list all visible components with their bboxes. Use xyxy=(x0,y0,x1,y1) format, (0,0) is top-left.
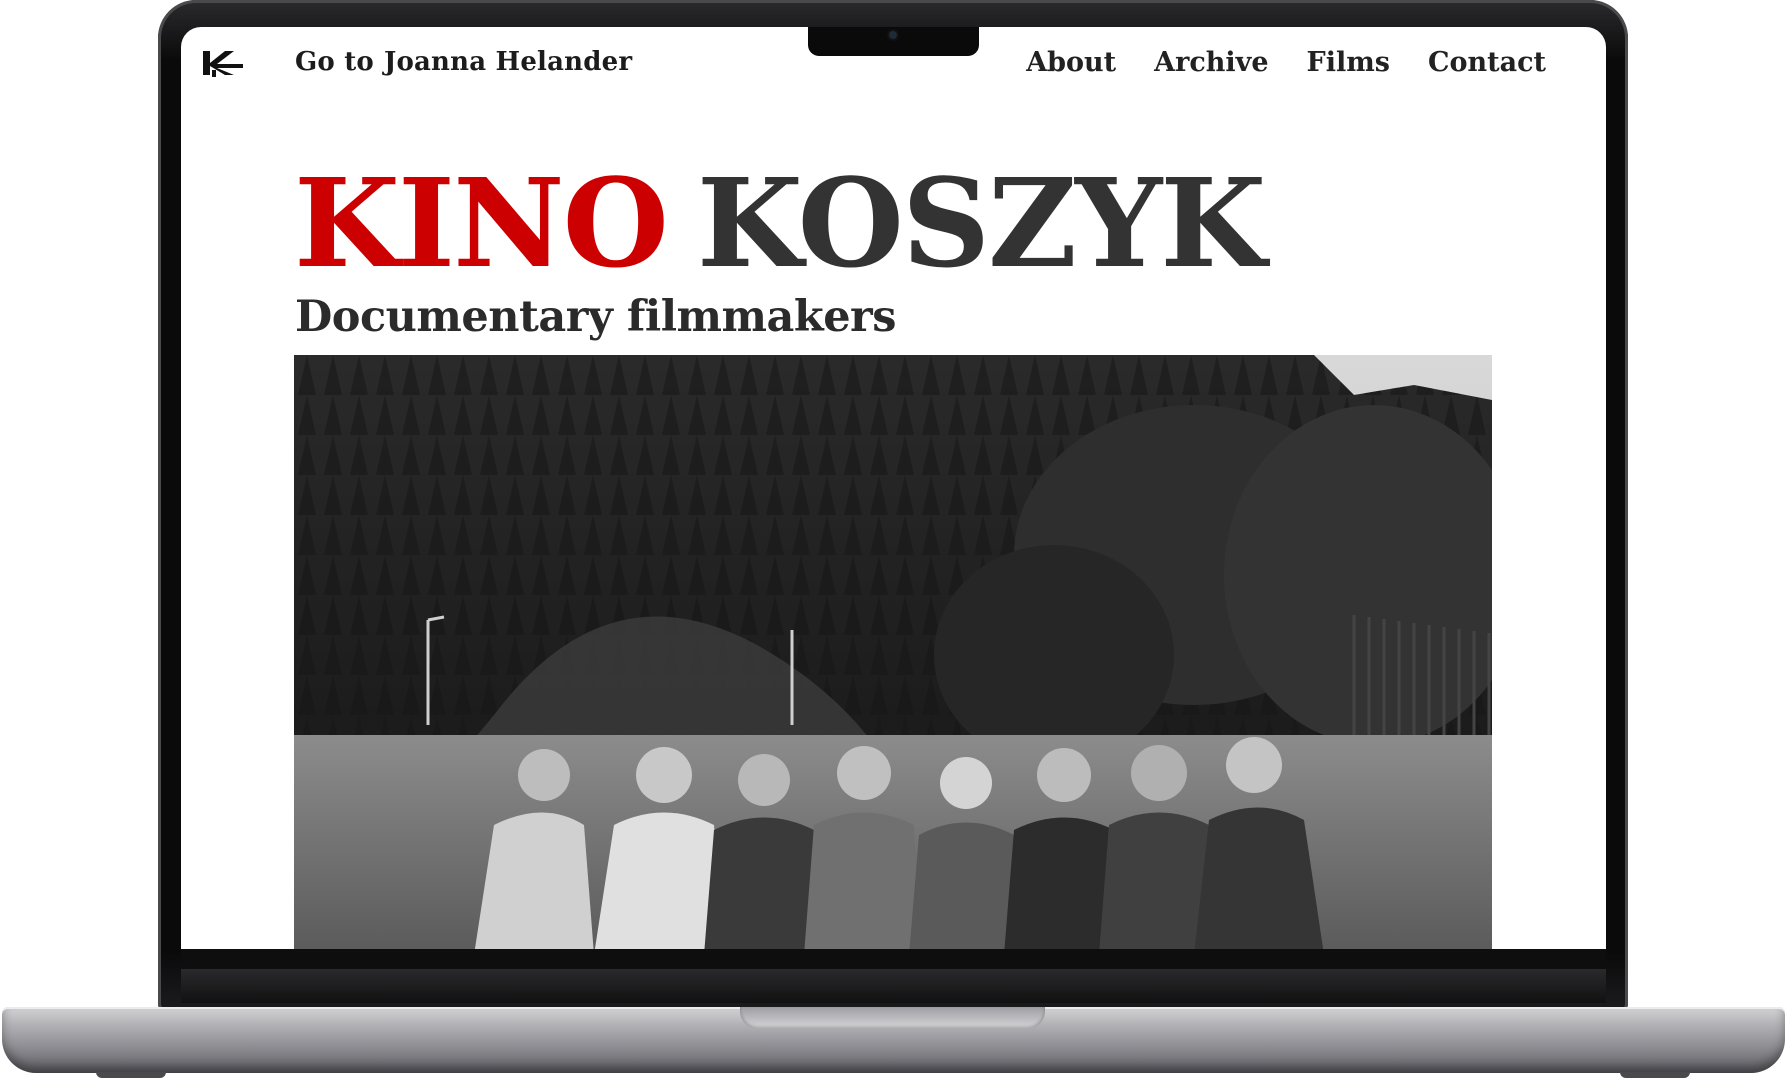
laptop-screen: Go to Joanna Helander About Archive Films… xyxy=(181,27,1606,949)
goto-prefix: Go to xyxy=(295,47,374,77)
laptop-foot-right xyxy=(1620,1072,1690,1078)
nav-films[interactable]: Films xyxy=(1307,47,1390,78)
laptop-bezel-bottom xyxy=(181,949,1606,969)
nav-archive[interactable]: Archive xyxy=(1154,47,1268,78)
nav-contact[interactable]: Contact xyxy=(1428,47,1546,78)
laptop-hinge xyxy=(181,969,1606,1003)
laptop-foot-left xyxy=(96,1072,166,1078)
camera-icon xyxy=(889,31,897,39)
main-nav: About Archive Films Contact xyxy=(1026,47,1546,78)
page-title: KINO KOSZYK xyxy=(294,162,1266,284)
page-subtitle: Documentary filmmakers xyxy=(295,292,896,342)
title-kino: KINO xyxy=(294,151,669,295)
goto-name: Joanna Helander xyxy=(383,47,633,77)
hero-photo xyxy=(294,355,1492,949)
kino-koszyk-logo-icon[interactable] xyxy=(203,49,249,79)
nav-about[interactable]: About xyxy=(1026,47,1116,78)
title-koszyk: KOSZYK xyxy=(696,151,1266,295)
laptop-opening-notch xyxy=(740,1007,1045,1029)
goto-link[interactable]: Go to Joanna Helander xyxy=(295,47,632,77)
